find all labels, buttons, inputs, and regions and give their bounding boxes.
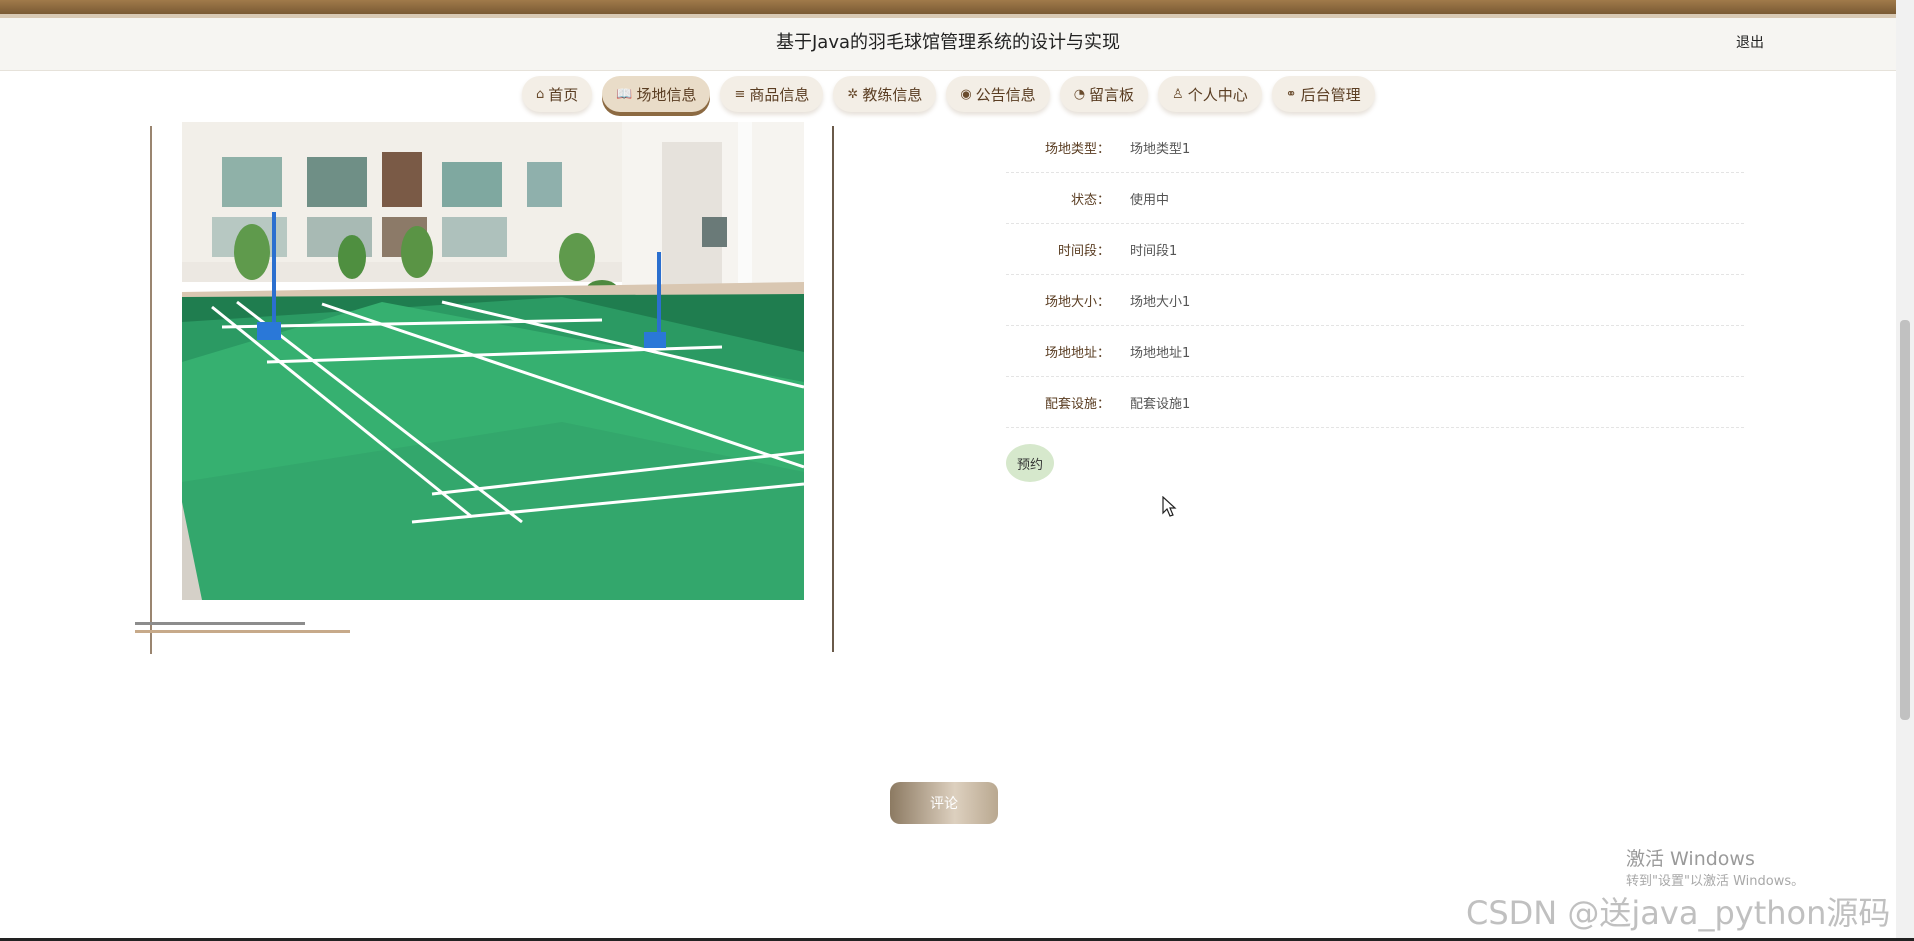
- dashboard-icon: ◔: [1073, 86, 1086, 102]
- book-icon: 📖: [616, 86, 633, 102]
- top-accent-bar: [0, 0, 1914, 14]
- frame-divider-right: [832, 126, 834, 652]
- venue-detail-list: 场地类型： 场地类型1 状态： 使用中 时间段： 时间段1 场地大小： 场地大小…: [1006, 122, 1744, 428]
- frame-divider-left: [150, 126, 152, 654]
- detail-label: 时间段：: [1057, 243, 1110, 259]
- nav-label: 教练信息: [862, 85, 923, 104]
- detail-row-status: 状态： 使用中: [1006, 173, 1744, 224]
- csdn-watermark: CSDN @送java_python源码: [1466, 894, 1891, 932]
- nav-personal-center[interactable]: ♙ 个人中心: [1158, 76, 1262, 112]
- detail-label: 配套设施：: [1044, 396, 1110, 412]
- nav-announcements[interactable]: ◉ 公告信息: [946, 76, 1050, 112]
- nav-message-board[interactable]: ◔ 留言板: [1059, 76, 1149, 112]
- detail-value: 使用中: [1130, 192, 1170, 208]
- venue-image-carousel[interactable]: [182, 122, 804, 600]
- detail-row-facilities: 配套设施： 配套设施1: [1006, 377, 1744, 428]
- detail-row-venue-type: 场地类型： 场地类型1: [1006, 122, 1744, 173]
- nav-label: 留言板: [1089, 85, 1135, 104]
- comment-button[interactable]: 评论: [890, 782, 998, 824]
- detail-label: 场地地址：: [1044, 345, 1110, 361]
- detail-value: 场地类型1: [1130, 141, 1191, 157]
- detail-value: 配套设施1: [1130, 396, 1191, 412]
- link-icon: ⚭: [1285, 86, 1297, 102]
- detail-value: 时间段1: [1130, 243, 1178, 259]
- gear-icon: ✲: [847, 86, 859, 102]
- detail-label: 场地大小：: [1044, 294, 1110, 310]
- windows-activation-notice: 激活 Windows: [1626, 848, 1755, 870]
- detail-value: 场地大小1: [1130, 294, 1191, 310]
- page-scrollbar[interactable]: [1896, 0, 1914, 941]
- windows-activation-hint: 转到"设置"以激活 Windows。: [1626, 874, 1805, 889]
- detail-label: 场地类型：: [1044, 141, 1110, 157]
- nav-label: 商品信息: [749, 85, 810, 104]
- user-icon: ♙: [1172, 86, 1184, 102]
- home-icon: ⌂: [536, 86, 545, 102]
- mouse-cursor-icon: [1162, 496, 1177, 517]
- frame-decoration-line: [135, 630, 350, 633]
- detail-row-time-slot: 时间段： 时间段1: [1006, 224, 1744, 275]
- nav-home[interactable]: ⌂ 首页: [522, 76, 593, 112]
- detail-row-venue-size: 场地大小： 场地大小1: [1006, 275, 1744, 326]
- detail-row-venue-address: 场地地址： 场地地址1: [1006, 326, 1744, 377]
- nav-label: 后台管理: [1300, 85, 1361, 104]
- scrollbar-thumb[interactable]: [1900, 320, 1910, 720]
- page-title: 基于Java的羽毛球馆管理系统的设计与实现: [775, 32, 1121, 53]
- palette-icon: ◉: [960, 86, 972, 102]
- nav-label: 场地信息: [636, 85, 697, 104]
- layers-icon: ≡: [734, 86, 746, 102]
- reserve-button[interactable]: 预约: [1006, 444, 1054, 482]
- nav-products[interactable]: ≡ 商品信息: [720, 76, 824, 112]
- nav-admin[interactable]: ⚭ 后台管理: [1271, 76, 1375, 112]
- nav-label: 公告信息: [975, 85, 1036, 104]
- site-header: 基于Java的羽毛球馆管理系统的设计与实现 退出: [0, 18, 1914, 71]
- nav-label: 首页: [548, 85, 579, 104]
- badminton-court-image: [182, 122, 804, 600]
- nav-venue-info[interactable]: 📖 场地信息: [602, 76, 711, 112]
- frame-decoration-line: [135, 622, 305, 625]
- nav-coaches[interactable]: ✲ 教练信息: [833, 76, 937, 112]
- main-nav: ⌂ 首页 📖 场地信息 ≡ 商品信息 ✲ 教练信息 ◉ 公告信息 ◔ 留言板 ♙…: [522, 76, 1375, 112]
- detail-label: 状态：: [1070, 192, 1110, 208]
- detail-value: 场地地址1: [1130, 345, 1191, 361]
- nav-label: 个人中心: [1187, 85, 1248, 104]
- logout-link[interactable]: 退出: [1736, 32, 1764, 52]
